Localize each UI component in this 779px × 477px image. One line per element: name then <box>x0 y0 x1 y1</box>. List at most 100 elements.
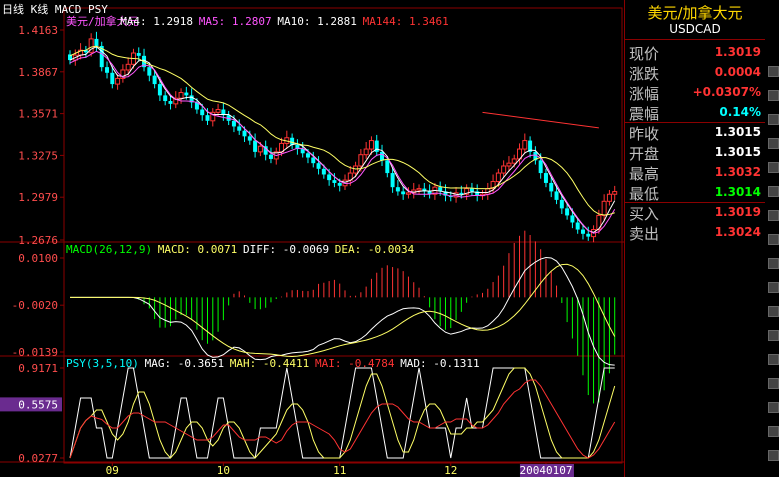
tool-button[interactable] <box>768 426 779 437</box>
quote-label: 最低 <box>629 185 660 203</box>
tool-button[interactable] <box>768 162 779 173</box>
candle-body <box>94 38 99 46</box>
legend-entry: MA5: 1.2807 <box>199 15 272 28</box>
candle-body <box>380 151 385 161</box>
tool-button[interactable] <box>768 66 779 77</box>
candle-body <box>253 140 258 152</box>
candle-body <box>522 140 528 150</box>
tool-button[interactable] <box>768 450 779 461</box>
y-tick-label: 1.2676 <box>18 234 58 247</box>
candle-body <box>184 92 189 96</box>
quote-value: +0.0307% <box>692 85 761 99</box>
candle-body <box>332 180 337 183</box>
y-tick-label: 1.2979 <box>18 191 58 204</box>
candle-body <box>570 215 575 223</box>
candle-body <box>353 165 359 174</box>
legend-entry: MA10: 1.2881 <box>277 15 356 28</box>
candle-body <box>152 75 157 85</box>
candle-body <box>580 229 585 234</box>
quote-value: 1.3019 <box>714 205 761 219</box>
quote-value: 1.3014 <box>714 185 761 199</box>
tool-button[interactable] <box>768 306 779 317</box>
candle-body <box>554 191 559 200</box>
candle-body <box>125 63 131 71</box>
tool-button[interactable] <box>768 138 779 149</box>
quote-title: 美元/加拿大元 <box>647 4 743 22</box>
candle-body <box>215 109 221 113</box>
quote-label: 涨幅 <box>629 85 660 103</box>
candle-body <box>363 148 369 156</box>
quote-row: 涨幅 +0.0307% <box>625 82 765 103</box>
candle-body <box>200 109 205 116</box>
tool-button[interactable] <box>768 186 779 197</box>
tool-button[interactable] <box>768 90 779 101</box>
candle-body <box>110 72 115 85</box>
legend-entry: MAH: -0.4411 <box>230 357 309 370</box>
candle-body <box>105 67 110 73</box>
quote-label: 买入 <box>629 205 660 223</box>
candle-body <box>178 92 184 99</box>
candle-body <box>538 160 543 174</box>
quote-code: USDCAD <box>669 22 721 36</box>
y-tick-label: 1.4163 <box>18 24 58 37</box>
quote-row: 震幅 0.14% <box>625 102 765 123</box>
candle-body <box>395 187 400 192</box>
quote-label: 卖出 <box>629 225 660 243</box>
legend-entry: MAG: -0.3651 <box>145 357 224 370</box>
candle-body <box>469 188 474 192</box>
quote-value: 1.3032 <box>714 165 761 179</box>
legend-entry: MAD: -0.1311 <box>400 357 479 370</box>
y-tick-label: 1.3867 <box>18 66 58 79</box>
y-tick-label: -0.0020 <box>12 299 58 312</box>
quote-label: 震幅 <box>629 105 660 123</box>
candle-body <box>316 163 321 169</box>
tool-button[interactable] <box>768 402 779 413</box>
candle-body <box>575 222 580 230</box>
candle-body <box>601 200 607 216</box>
tool-strip <box>765 0 779 477</box>
y-tick-label: 0.0100 <box>18 252 58 265</box>
quote-row: 最高 1.3032 <box>625 162 765 183</box>
tool-button[interactable] <box>768 330 779 341</box>
candle-body <box>549 182 554 192</box>
candle-body <box>147 67 152 76</box>
candle-body <box>506 162 512 167</box>
candle-body <box>405 192 411 195</box>
tool-button[interactable] <box>768 258 779 269</box>
chart-area[interactable]: 日线 K线 MACD PSY 1.4163 1.3867 1.3571 1.3275 1.… <box>0 0 624 477</box>
tool-button[interactable] <box>768 114 779 125</box>
candle-body <box>247 136 252 141</box>
candle-body <box>327 174 332 181</box>
candle-body <box>136 53 141 56</box>
tool-button[interactable] <box>768 210 779 221</box>
quote-row: 涨跌 0.0004 <box>625 62 765 83</box>
candle-body <box>205 115 210 121</box>
candle-body <box>311 157 316 164</box>
tool-button[interactable] <box>768 282 779 293</box>
y-tick-label: -0.0139 <box>12 346 58 359</box>
candle-body <box>337 182 342 186</box>
quote-value: 0.14% <box>719 105 761 119</box>
candle-body <box>612 191 618 195</box>
candle-body <box>385 160 390 174</box>
candle-body <box>242 130 247 137</box>
quote-value: 1.3015 <box>714 125 761 139</box>
tool-button[interactable] <box>768 354 779 365</box>
tool-button[interactable] <box>768 234 779 245</box>
candle-body <box>416 188 422 191</box>
legend-entry: MACD: 0.0071 <box>158 243 237 256</box>
quote-divider <box>625 39 765 40</box>
x-tick-label: 09 <box>106 464 119 477</box>
y-tick-label: 1.3275 <box>18 149 58 162</box>
candle-body <box>268 154 273 159</box>
tool-button[interactable] <box>768 378 779 389</box>
candle-body <box>305 153 310 158</box>
candle-body <box>115 77 121 85</box>
x-tick-label: 20040107 <box>519 464 572 477</box>
candle-body <box>401 191 406 195</box>
candle-body <box>321 168 326 175</box>
x-tick-label: 12 <box>444 464 457 477</box>
quote-label: 现价 <box>629 45 660 63</box>
candle-body <box>157 84 162 96</box>
candle-body <box>358 154 364 167</box>
